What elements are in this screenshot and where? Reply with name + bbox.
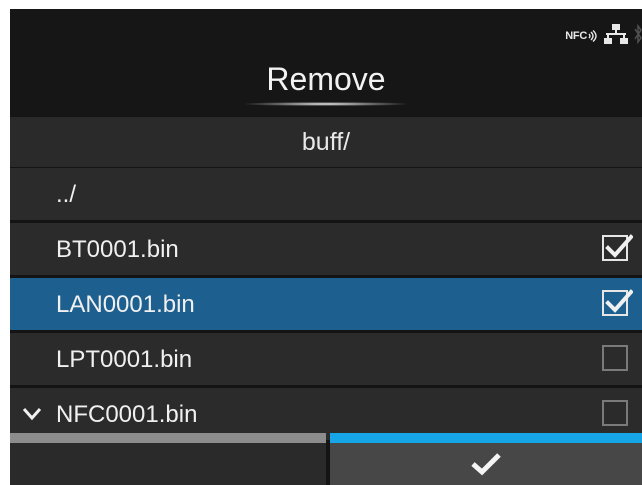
list-item-file[interactable]: BT0001.bin [10, 223, 642, 275]
current-path: buff/ [10, 117, 642, 167]
network-lan-icon [604, 23, 628, 50]
file-name: ../ [56, 181, 77, 208]
footer-left-button[interactable] [10, 443, 326, 485]
checkbox-unchecked[interactable] [602, 345, 628, 371]
tab-indicator-right-active [330, 433, 642, 443]
checkbox-unchecked[interactable] [602, 400, 628, 426]
confirm-button[interactable] [330, 443, 642, 485]
nfc-label: NFC [565, 30, 587, 42]
checkbox-checked[interactable] [602, 289, 633, 316]
status-icons: NFC [565, 23, 642, 49]
title-underline-glow [246, 102, 406, 106]
file-name: LAN0001.bin [56, 291, 195, 318]
bluetooth-icon [634, 23, 642, 50]
checkbox-checked[interactable] [602, 234, 633, 261]
checkmark-icon [471, 453, 501, 476]
checkmark-icon [605, 289, 633, 313]
checkmark-icon [605, 234, 633, 258]
nfc-icon: NFC [565, 30, 598, 42]
list-item-file-selected[interactable]: LAN0001.bin [10, 278, 642, 330]
page-title: Remove [266, 61, 386, 97]
file-list: ../ BT0001.bin LAN0001.bin LPT0001.bin N… [10, 168, 642, 443]
tab-indicator-left [10, 433, 326, 443]
file-name: BT0001.bin [56, 236, 179, 263]
tab-indicator-bar [10, 433, 642, 443]
header: NFC Remove [10, 9, 642, 116]
file-name: LPT0001.bin [56, 346, 193, 373]
printer-screen: NFC Remove buff/ ../ BT0001.bin LAN0001.… [10, 9, 642, 485]
chevron-down-icon [22, 407, 42, 426]
list-item-parent-dir[interactable]: ../ [10, 168, 642, 220]
footer-buttons [10, 443, 642, 485]
file-name: NFC0001.bin [56, 401, 198, 428]
list-item-file[interactable]: LPT0001.bin [10, 333, 642, 385]
